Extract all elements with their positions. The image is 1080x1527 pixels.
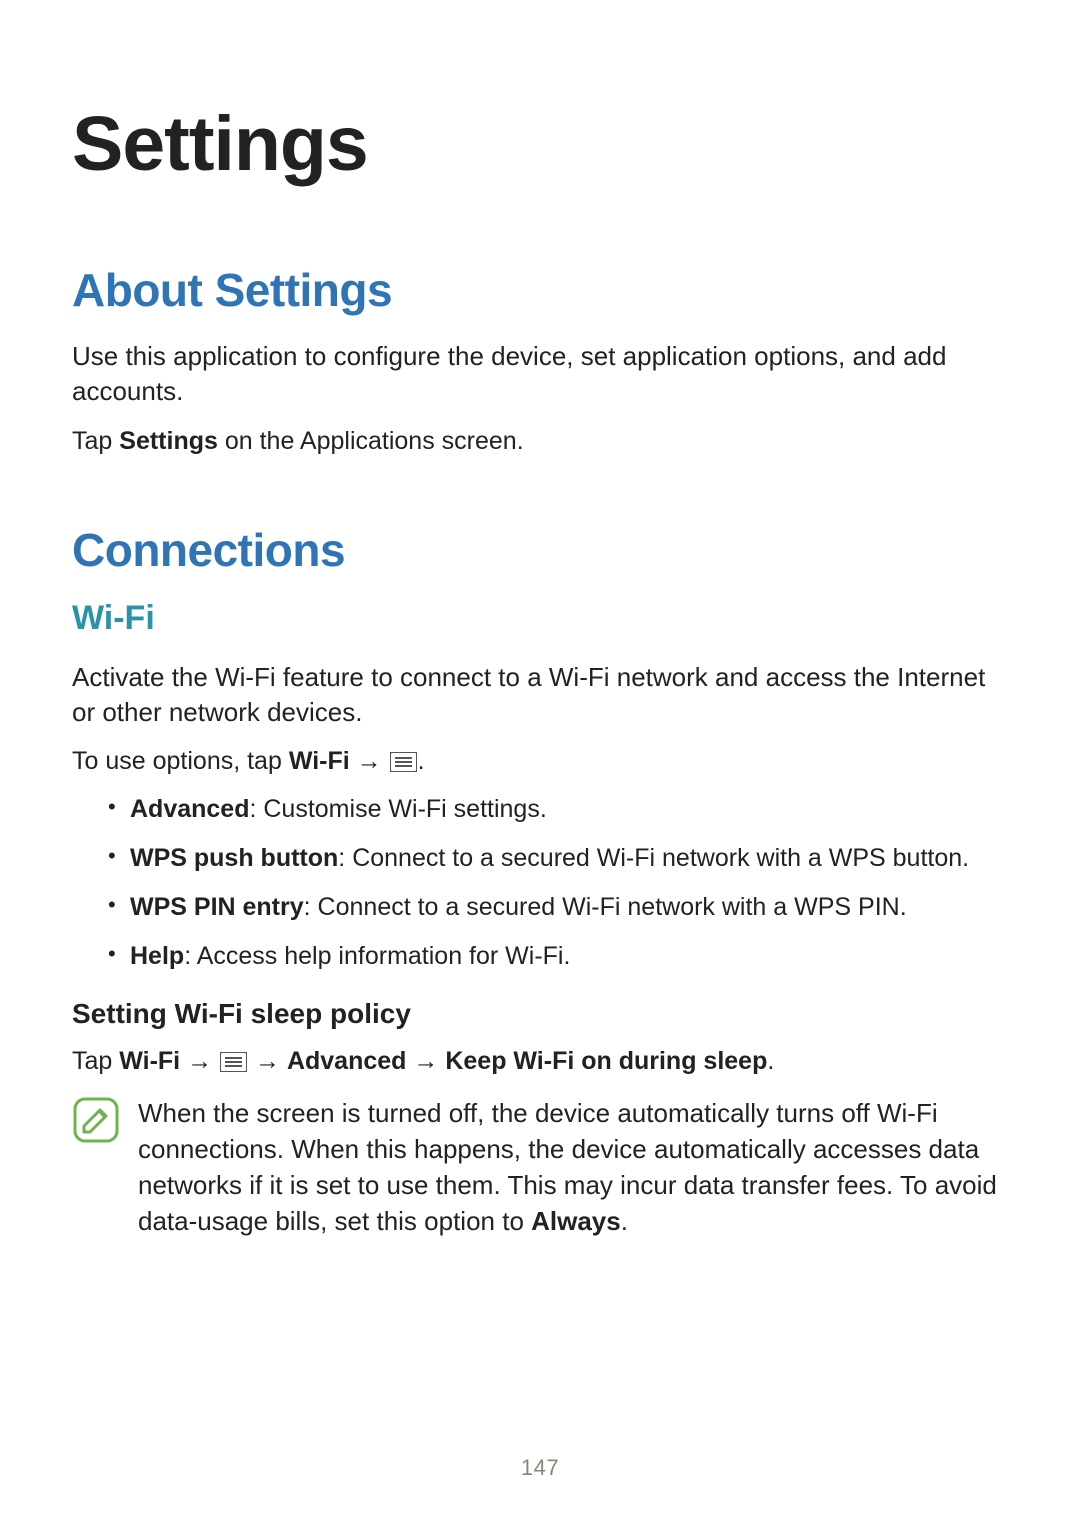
always-label: Always [531, 1206, 621, 1236]
list-item: Advanced: Customise Wi-Fi settings. [108, 792, 1008, 827]
heading-connections: Connections [72, 523, 1008, 577]
arrow: → [406, 1047, 445, 1075]
note-icon [72, 1096, 120, 1144]
wifi-sleep-path: Tap Wi-Fi → → Advanced → Keep Wi-Fi on d… [72, 1044, 1008, 1082]
text: Tap [72, 1047, 119, 1075]
note-block: When the screen is turned off, the devic… [72, 1096, 1008, 1240]
option-desc: : Access help information for Wi-Fi. [184, 942, 570, 970]
settings-label: Settings [119, 427, 218, 455]
wifi-intro: Activate the Wi-Fi feature to connect to… [72, 660, 1008, 731]
wifi-options-list: Advanced: Customise Wi-Fi settings. WPS … [72, 792, 1008, 974]
about-tap-instruction: Tap Settings on the Applications screen. [72, 424, 1008, 459]
about-description: Use this application to configure the de… [72, 339, 1008, 410]
period: . [418, 747, 425, 775]
heading-wifi-sleep-policy: Setting Wi-Fi sleep policy [72, 998, 1008, 1030]
list-item: WPS push button: Connect to a secured Wi… [108, 841, 1008, 876]
menu-icon [220, 1047, 247, 1082]
page-number: 147 [0, 1455, 1080, 1481]
option-desc: : Connect to a secured Wi-Fi network wit… [338, 844, 969, 872]
text: . [621, 1206, 628, 1236]
text: Tap [72, 427, 119, 455]
list-item: WPS PIN entry: Connect to a secured Wi-F… [108, 890, 1008, 925]
wifi-options-sentence: To use options, tap Wi-Fi → . [72, 744, 1008, 782]
option-name: WPS PIN entry [130, 893, 304, 921]
arrow: → [248, 1047, 287, 1075]
wifi-label: Wi-Fi [119, 1047, 180, 1075]
arrow: → [180, 1047, 219, 1075]
heading-wifi: Wi-Fi [72, 599, 1008, 638]
menu-icon [390, 747, 417, 782]
wifi-label: Wi-Fi [289, 747, 350, 775]
note-text: When the screen is turned off, the devic… [138, 1096, 1008, 1240]
period: . [767, 1047, 774, 1075]
list-item: Help: Access help information for Wi-Fi. [108, 939, 1008, 974]
text: To use options, tap [72, 747, 289, 775]
heading-about-settings: About Settings [72, 263, 1008, 317]
arrow: → [350, 747, 389, 775]
keep-wifi-label: Keep Wi-Fi on during sleep [445, 1047, 767, 1075]
page-title: Settings [72, 100, 1008, 189]
option-name: Help [130, 942, 184, 970]
advanced-label: Advanced [287, 1047, 406, 1075]
option-name: WPS push button [130, 844, 338, 872]
text: on the Applications screen. [218, 427, 524, 455]
option-desc: : Customise Wi-Fi settings. [249, 795, 546, 823]
option-name: Advanced [130, 795, 249, 823]
option-desc: : Connect to a secured Wi-Fi network wit… [304, 893, 907, 921]
document-page: Settings About Settings Use this applica… [0, 0, 1080, 1527]
